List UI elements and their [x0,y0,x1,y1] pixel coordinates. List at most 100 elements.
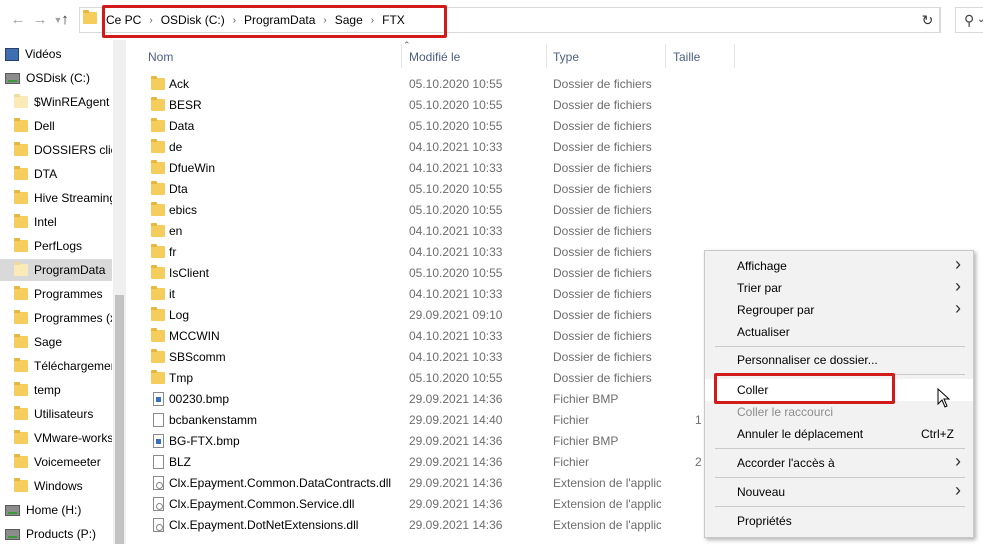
sidebar-item[interactable]: Utilisateurs [0,403,112,425]
sidebar-item[interactable]: ProgramData [0,259,112,281]
sidebar-item[interactable]: Programmes (x86) [0,307,112,329]
file-modified: 29.09.2021 14:36 [409,455,503,469]
file-type: Fichier [553,413,590,427]
file-row[interactable]: de 04.10.2021 10:33 Dossier de fichiers [138,137,983,158]
sidebar-item[interactable]: Products (P:) [0,523,112,544]
menu-item-personnaliser-ce-dossier[interactable]: Personnaliser ce dossier... [705,349,973,371]
folder-icon [14,142,28,156]
sidebar-item[interactable]: Vidéos [0,43,112,65]
sidebar-item[interactable]: Programmes [0,283,112,305]
file-row[interactable]: DfueWin 04.10.2021 10:33 Dossier de fichie… [138,158,983,179]
file-row[interactable]: Data 05.10.2020 10:55 Dossier de fichiers [138,116,983,137]
sidebar-item[interactable]: OSDisk (C:) [0,67,112,89]
folder-icon [14,190,28,204]
menu-separator [715,477,965,478]
menu-item-trier-par[interactable]: Trier par › [705,276,973,299]
chevron-right-icon: › [955,298,961,318]
refresh-icon[interactable]: ↻ [916,7,940,33]
sidebar-item[interactable]: Hive Streaming [0,187,112,209]
file-row[interactable]: Dta 05.10.2020 10:55 Dossier de fichiers [138,179,983,200]
folder-icon [14,214,28,228]
folder-icon [14,334,28,348]
file-name: Dta [169,182,188,196]
file-type: Dossier de fichiers [553,224,652,238]
file-row[interactable]: en 04.10.2021 10:33 Dossier de fichiers [138,221,983,242]
file-type: Dossier de fichiers [553,98,652,112]
file-type: Dossier de fichiers [553,287,652,301]
file-row[interactable]: Ack 05.10.2020 10:55 Dossier de fichiers [138,74,983,95]
up-arrow-icon[interactable]: ↑ [55,10,75,30]
file-name: Clx.Epayment.DotNetExtensions.dll [169,518,359,532]
menu-item-coller-le-raccourci: Coller le raccourci [705,401,973,423]
file-modified: 05.10.2020 10:55 [409,119,503,133]
folder-icon [151,265,165,282]
back-arrow-icon[interactable]: ← [8,10,28,30]
sidebar-item[interactable]: VMware-workstation [0,427,112,449]
sidebar-item[interactable]: DTA [0,163,112,185]
column-divider[interactable] [401,44,402,68]
menu-item-shortcut: Ctrl+Z [921,427,954,441]
folder-icon [14,430,28,444]
column-divider[interactable] [546,44,547,68]
folder-icon [151,76,165,93]
forward-arrow-icon[interactable]: → [30,10,50,30]
file-modified: 05.10.2020 10:55 [409,371,503,385]
bmp-file-icon [153,392,164,409]
file-row[interactable]: ebics 05.10.2020 10:55 Dossier de fichiers [138,200,983,221]
sidebar-item[interactable]: Sage [0,331,112,353]
menu-item-affichage[interactable]: Affichage › [705,254,973,277]
menu-item-actualiser[interactable]: Actualiser [705,321,973,343]
folder-icon [151,349,165,366]
file-type: Dossier de fichiers [553,245,652,259]
sidebar-item[interactable]: Home (H:) [0,499,112,521]
file-name: en [169,224,183,238]
column-divider[interactable] [665,44,666,68]
search-input[interactable]: ⚲ [955,7,983,33]
menu-item-nouveau[interactable]: Nouveau › [705,480,973,503]
menu-item-regrouper-par[interactable]: Regrouper par › [705,298,973,321]
chevron-right-icon: › [955,480,961,500]
drive-icon [5,504,20,516]
folder-icon [151,202,165,219]
sidebar-item[interactable]: Dell [0,115,112,137]
column-header-name[interactable]: Nom [148,50,173,64]
sidebar-item[interactable]: DOSSIERS client [0,139,112,161]
file-row[interactable]: BESR 05.10.2020 10:55 Dossier de fichiers [138,95,983,116]
sidebar-item[interactable]: Windows [0,475,112,497]
file-name: BG-FTX.bmp [169,434,240,448]
sidebar-item[interactable]: Téléchargements [0,355,112,377]
sidebar-item[interactable]: temp [0,379,112,401]
sidebar-scrollbar-thumb[interactable] [115,295,124,544]
file-modified: 29.09.2021 14:36 [409,518,503,532]
column-header-type[interactable]: Type [553,50,579,64]
file-type: Dossier de fichiers [553,203,652,217]
navigation-pane: Vidéos OSDisk (C:) $WinREAgent Dell DOSSIERS… [0,40,126,544]
file-type: Dossier de fichiers [553,350,652,364]
file-name: 00230.bmp [169,392,230,406]
sidebar-item-label: Dell [34,119,55,133]
video-icon [5,47,19,61]
file-modified: 29.09.2021 09:10 [409,308,503,322]
column-header-size[interactable]: Taille [673,50,700,64]
folder-icon [14,286,28,300]
file-name: MCCWIN [169,329,220,343]
sidebar-item-label: ProgramData [34,263,106,277]
sidebar-item[interactable]: PerfLogs [0,235,112,257]
file-name: DfueWin [169,161,216,175]
sidebar-item[interactable]: $WinREAgent [0,91,112,113]
sidebar-item-label: VMware-workstation [34,431,112,445]
column-divider[interactable] [734,44,735,68]
sidebar-item[interactable]: Intel [0,211,112,233]
file-name: Data [169,119,195,133]
column-header-modified[interactable]: Modifié le [409,50,460,64]
menu-item-accorder-l-acces-a[interactable]: Accorder l'accès à › [705,451,973,474]
file-modified: 04.10.2021 10:33 [409,245,503,259]
sidebar-item[interactable]: Voicemeeter [0,451,112,473]
address-folder-icon [83,10,99,26]
folder-icon [14,262,28,276]
coller-highlight-box [714,373,895,404]
file-modified: 29.09.2021 14:40 [409,413,503,427]
menu-item-annuler-le-deplacement[interactable]: Annuler le déplacement Ctrl+Z [705,423,973,445]
menu-item-proprietes[interactable]: Propriétés [705,510,973,532]
sidebar-item-label: Home (H:) [26,503,82,517]
